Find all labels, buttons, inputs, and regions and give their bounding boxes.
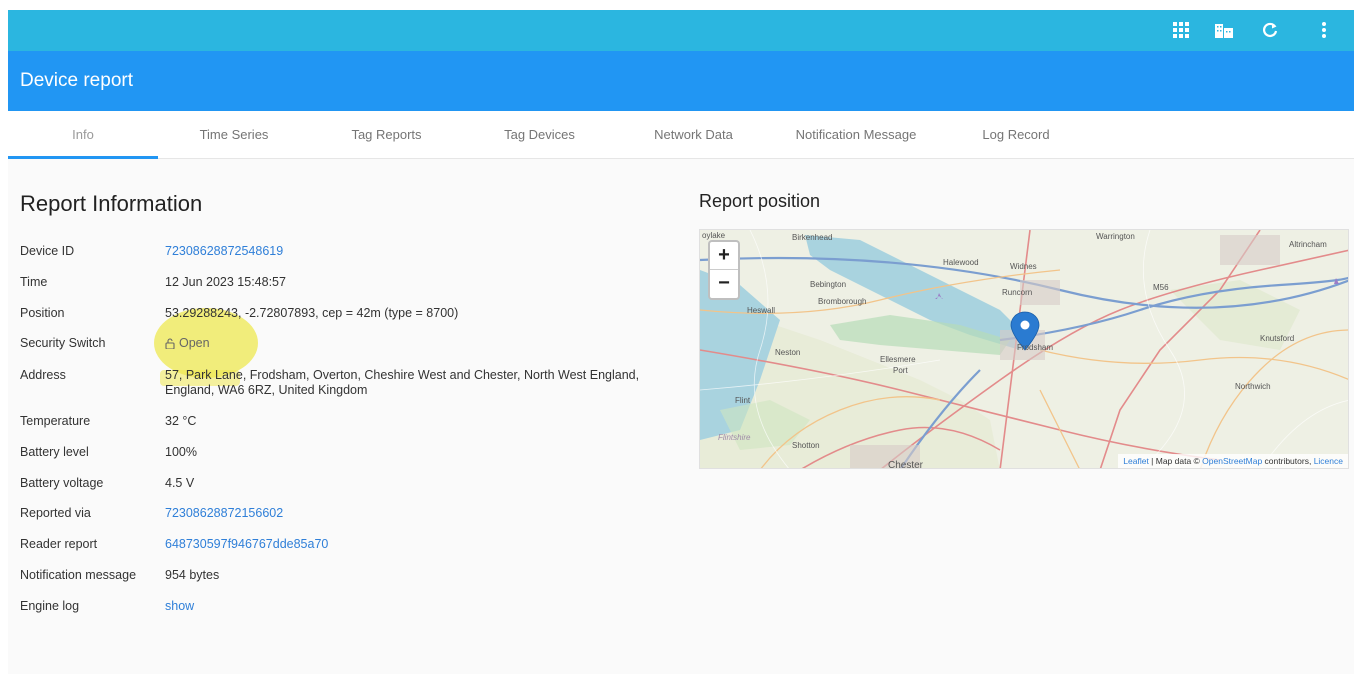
- map-label-shotton: Shotton: [792, 441, 820, 450]
- map-label-birkenhead: Birkenhead: [792, 233, 833, 242]
- time-value: 12 Jun 2023 15:48:57: [165, 275, 286, 289]
- map-label-chester: Chester: [888, 460, 924, 469]
- report-position-title: Report position: [699, 191, 821, 211]
- map-label-flintshire: Flintshire: [718, 433, 751, 442]
- zoom-control: + −: [708, 240, 740, 300]
- licence-link[interactable]: Licence: [1314, 456, 1343, 466]
- map[interactable]: oylake Birkenhead Warrington Altrincham …: [699, 229, 1349, 469]
- map-label-hoylake: oylake: [702, 231, 726, 240]
- grid-icon[interactable]: [1171, 20, 1191, 40]
- tab-log-record[interactable]: Log Record: [941, 111, 1091, 159]
- map-label-halewood: Halewood: [943, 258, 979, 267]
- map-label-neston: Neston: [775, 348, 801, 357]
- battery-level-value: 100%: [165, 445, 197, 459]
- temperature-label: Temperature: [20, 414, 91, 428]
- device-id-label: Device ID: [20, 244, 75, 258]
- top-toolbar: [8, 10, 1354, 51]
- map-label-widnes: Widnes: [1010, 262, 1037, 271]
- map-label-northwich: Northwich: [1235, 382, 1271, 391]
- map-label-ellesmere: Ellesmere: [880, 355, 916, 364]
- address-label: Address: [20, 368, 66, 382]
- battery-level-label: Battery level: [20, 445, 89, 459]
- notification-message-value: 954 bytes: [165, 568, 220, 582]
- security-switch-text: Open: [179, 336, 210, 350]
- time-label: Time: [20, 275, 48, 289]
- tab-info[interactable]: Info: [8, 111, 158, 159]
- position-value: 53.29288243, -2.72807893, cep = 42m (typ…: [165, 306, 459, 320]
- active-tab-indicator: [8, 156, 158, 159]
- attribution-separator: | Map data ©: [1148, 456, 1203, 466]
- device-id-link[interactable]: 72308628872548619: [165, 244, 283, 259]
- tab-tag-reports[interactable]: Tag Reports: [310, 111, 463, 159]
- map-label-flint: Flint: [735, 396, 751, 405]
- temperature-value: 32 °C: [165, 414, 197, 428]
- more-vert-icon[interactable]: [1314, 20, 1334, 40]
- page-title: Device report: [20, 70, 133, 91]
- reported-via-link[interactable]: 72308628872156602: [165, 506, 283, 521]
- reader-report-link[interactable]: 648730597f946767dde85a70: [165, 537, 328, 552]
- map-attribution: Leaflet | Map data © OpenStreetMap contr…: [1118, 454, 1348, 468]
- refresh-icon[interactable]: [1260, 20, 1280, 40]
- battery-voltage-value: 4.5 V: [165, 476, 195, 490]
- map-label-m56: M56: [1153, 283, 1169, 292]
- map-label-frodsham: Frodsham: [1017, 343, 1054, 352]
- engine-log-label: Engine log: [20, 599, 80, 613]
- zoom-in-button[interactable]: +: [710, 242, 738, 270]
- security-switch-value: Open: [165, 336, 210, 353]
- engine-log-show-link[interactable]: show: [165, 599, 194, 614]
- report-information-title: Report Information: [20, 191, 203, 216]
- tab-tag-devices[interactable]: Tag Devices: [463, 111, 616, 159]
- zoom-out-button[interactable]: −: [710, 270, 738, 298]
- map-label-warrington: Warrington: [1096, 232, 1135, 241]
- openstreetmap-link[interactable]: OpenStreetMap: [1202, 456, 1262, 466]
- unlock-icon: [165, 338, 175, 349]
- tab-time-series[interactable]: Time Series: [158, 111, 310, 159]
- address-line-2: England, WA6 6RZ, United Kingdom: [165, 383, 368, 397]
- battery-voltage-label: Battery voltage: [20, 476, 104, 490]
- tab-notification-message[interactable]: Notification Message: [771, 111, 941, 159]
- map-label-heswall: Heswall: [747, 306, 776, 315]
- map-label-port: Port: [893, 366, 908, 375]
- map-label-altrincham: Altrincham: [1289, 240, 1327, 249]
- attribution-contributors: contributors,: [1262, 456, 1314, 466]
- map-label-knutsford: Knutsford: [1260, 334, 1295, 343]
- reported-via-label: Reported via: [20, 506, 91, 520]
- tab-network-data[interactable]: Network Data: [616, 111, 771, 159]
- position-label: Position: [20, 306, 65, 320]
- tab-bar: Info Time Series Tag Reports Tag Devices…: [8, 111, 1354, 159]
- leaflet-link[interactable]: Leaflet: [1123, 456, 1149, 466]
- security-switch-label: Security Switch: [20, 336, 106, 350]
- map-label-runcorn: Runcorn: [1002, 288, 1033, 297]
- notification-message-label: Notification message: [20, 568, 137, 582]
- map-label-bebington: Bebington: [810, 280, 847, 289]
- app-bar: Device report: [8, 51, 1354, 111]
- map-label-bromborough: Bromborough: [818, 297, 867, 306]
- buildings-icon[interactable]: [1214, 20, 1234, 40]
- address-line-1: 57, Park Lane, Frodsham, Overton, Cheshi…: [165, 368, 640, 382]
- app-frame: Device report Info Time Series Tag Repor…: [8, 10, 1354, 674]
- reader-report-label: Reader report: [20, 537, 98, 551]
